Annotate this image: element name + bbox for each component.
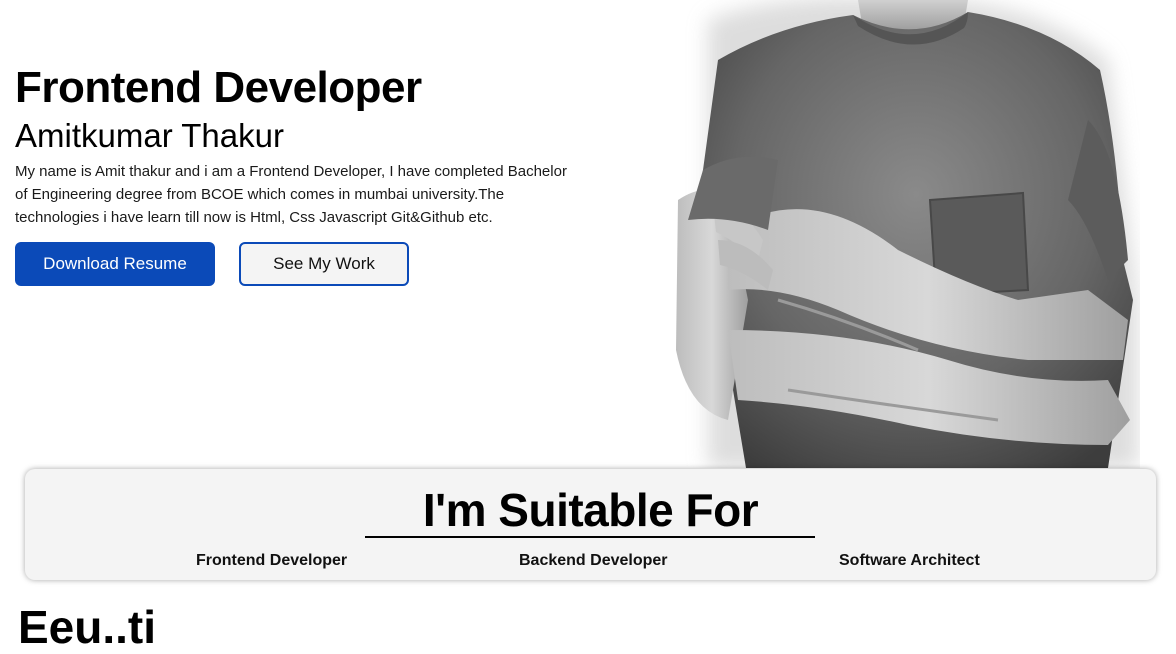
suitable-for-card: I'm Suitable For Frontend Developer Back… [25,469,1156,580]
hero-buttons: Download Resume See My Work [15,242,575,286]
heading-underline [365,536,815,538]
hero-person-photo [676,0,1138,468]
download-resume-button[interactable]: Download Resume [15,242,215,286]
suitable-heading: I'm Suitable For [422,484,759,536]
hero-name: Amitkumar Thakur [15,117,284,154]
role-frontend-developer: Frontend Developer [196,552,348,569]
role-backend-developer: Backend Developer [519,552,668,569]
role-software-architect: Software Architect [839,552,980,569]
hero-section: Frontend Developer Amitkumar Thakur My n… [15,62,575,286]
hero-description: My name is Amit thakur and i am a Fronte… [15,163,567,226]
hero-title: Frontend Developer [15,63,422,112]
see-my-work-button[interactable]: See My Work [239,242,409,286]
next-section-heading: Eeu..ti [18,601,157,653]
